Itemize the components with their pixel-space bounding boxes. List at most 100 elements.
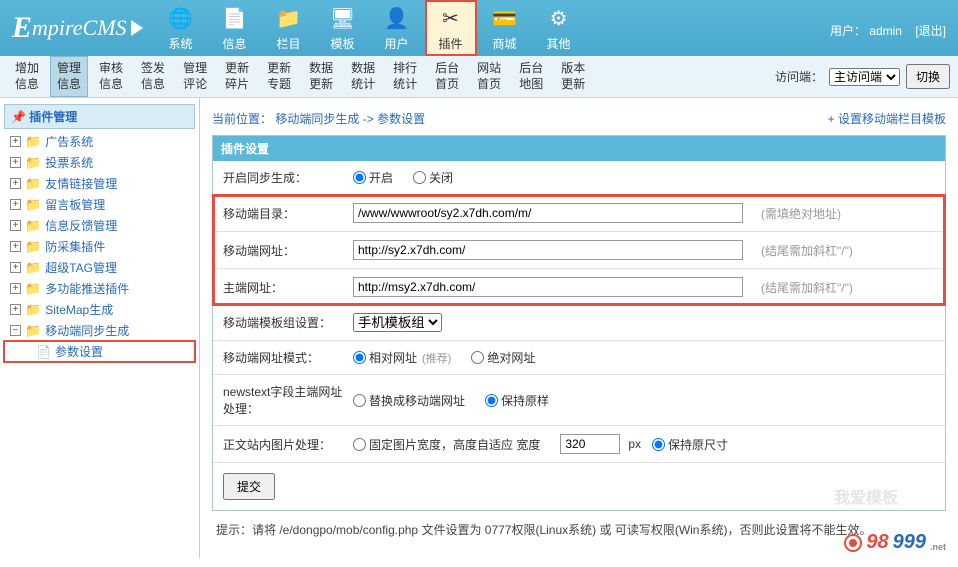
img-fixed[interactable]: 固定图片宽度，高度自适应 宽度 (353, 436, 540, 453)
subnav-item[interactable]: 管理信息 (50, 56, 88, 97)
top-nav: 🌐系统📄信息📁栏目🖥模板👤用户✂插件💳商城⚙其他 (155, 0, 585, 56)
folder-icon: 📁 (25, 197, 41, 213)
row-url: 移动端网址： (结尾需加斜杠"/") (213, 232, 945, 269)
subnav-item[interactable]: 增加信息 (8, 56, 46, 97)
tree-toggle-icon[interactable]: + (10, 283, 21, 294)
subnav-item[interactable]: 更新碎片 (218, 56, 256, 97)
subnav-item[interactable]: 排行统计 (386, 56, 424, 97)
tree-child-item[interactable]: 📄参数设置 (4, 341, 195, 362)
folder-icon: 📁 (25, 239, 41, 255)
header-user: 用户： admin [退出] (830, 22, 946, 39)
nav-icon: 🖥 (329, 5, 357, 33)
row-template: 移动端模板组设置： 手机模板组 (213, 305, 945, 341)
tree-item[interactable]: −📁移动端同步生成 (4, 320, 195, 341)
nav-icon: ⚙ (545, 5, 573, 33)
enable-off[interactable]: 关闭 (413, 169, 453, 186)
tree-toggle-icon[interactable]: + (10, 157, 21, 168)
newstext-replace[interactable]: 替换成移动端网址 (353, 392, 465, 409)
tree-item[interactable]: +📁投票系统 (4, 152, 195, 173)
folder-icon: 📁 (25, 176, 41, 192)
tree-toggle-icon[interactable]: + (10, 199, 21, 210)
url-mode-relative[interactable]: 相对网址(推荐) (353, 349, 451, 366)
highlighted-fields: 移动端目录： (需填绝对地址) 移动端网址： (结尾需加斜杠"/") 主端网址： (213, 195, 945, 305)
template-select[interactable]: 手机模板组 (353, 313, 442, 332)
row-newstext: newstext字段主端网址处理： 替换成移动端网址 保持原样 (213, 375, 945, 426)
tree-toggle-icon[interactable]: + (10, 241, 21, 252)
top-nav-信息[interactable]: 📄信息 (209, 0, 261, 56)
row-enable: 开启同步生成： 开启 关闭 (213, 161, 945, 195)
nav-icon: 👤 (383, 5, 411, 33)
subnav-item[interactable]: 更新专题 (260, 56, 298, 97)
subnav-item[interactable]: 签发信息 (134, 56, 172, 97)
breadcrumb-link[interactable]: 移动端同步生成 (275, 112, 359, 126)
row-submit: 提交 (213, 463, 945, 510)
folder-icon: 📁 (25, 323, 41, 339)
tree-item[interactable]: +📁广告系统 (4, 131, 195, 152)
top-nav-插件[interactable]: ✂插件 (425, 0, 477, 56)
nav-icon: 📁 (275, 5, 303, 33)
logo: EmpireCMS (0, 11, 155, 45)
img-keep[interactable]: 保持原尺寸 (652, 436, 728, 453)
tree-toggle-icon[interactable]: + (10, 178, 21, 189)
tree-toggle-icon[interactable]: + (10, 304, 21, 315)
top-nav-商城[interactable]: 💳商城 (479, 0, 531, 56)
arrow-icon (131, 20, 143, 36)
nav-icon: 💳 (491, 5, 519, 33)
subnav-item[interactable]: 数据更新 (302, 56, 340, 97)
folder-icon: 📁 (25, 302, 41, 318)
main-url-input[interactable] (353, 277, 743, 297)
logout-link[interactable]: [退出] (915, 24, 946, 38)
switch-button[interactable]: 切换 (906, 64, 950, 89)
enable-on[interactable]: 开启 (353, 169, 393, 186)
tip-text: 提示：请将 /e/dongpo/mob/config.php 文件设置为 077… (212, 511, 946, 548)
set-template-link[interactable]: + 设置移动端栏目模板 (828, 110, 946, 127)
dir-input[interactable] (353, 203, 743, 223)
top-nav-用户[interactable]: 👤用户 (371, 0, 423, 56)
tree-item[interactable]: +📁SiteMap生成 (4, 299, 195, 320)
subnav-item[interactable]: 后台首页 (428, 56, 466, 97)
nav-icon: ✂ (437, 5, 465, 33)
subnav-item[interactable]: 版本更新 (554, 56, 592, 97)
tree-toggle-icon[interactable]: + (10, 262, 21, 273)
url-input[interactable] (353, 240, 743, 260)
footer-icon (844, 534, 862, 552)
subnav-item[interactable]: 管理评论 (176, 56, 214, 97)
url-mode-absolute[interactable]: 绝对网址 (471, 349, 535, 366)
tree-toggle-icon[interactable]: + (10, 220, 21, 231)
top-nav-模板[interactable]: 🖥模板 (317, 0, 369, 56)
tree-item[interactable]: +📁友情链接管理 (4, 173, 195, 194)
tree-item[interactable]: +📁留言板管理 (4, 194, 195, 215)
top-header: EmpireCMS 🌐系统📄信息📁栏目🖥模板👤用户✂插件💳商城⚙其他 用户： a… (0, 0, 958, 56)
img-width-input[interactable] (560, 434, 620, 454)
tree-item[interactable]: +📁防采集插件 (4, 236, 195, 257)
subnav-item[interactable]: 审核信息 (92, 56, 130, 97)
row-url-mode: 移动端网址模式： 相对网址(推荐) 绝对网址 (213, 341, 945, 375)
top-nav-系统[interactable]: 🌐系统 (155, 0, 207, 56)
subnav-item[interactable]: 网站首页 (470, 56, 508, 97)
folder-icon: 📁 (25, 218, 41, 234)
tree-toggle-icon[interactable]: + (10, 136, 21, 147)
footer-logo: 98999 .net (844, 531, 946, 554)
subnav-item[interactable]: 后台地图 (512, 56, 550, 97)
tree-toggle-icon[interactable]: − (10, 325, 21, 336)
nav-icon: 🌐 (167, 5, 195, 33)
top-nav-其他[interactable]: ⚙其他 (533, 0, 585, 56)
tree-item[interactable]: +📁超级TAG管理 (4, 257, 195, 278)
sub-nav: 增加信息管理信息审核信息签发信息管理评论更新碎片更新专题数据更新数据统计排行统计… (0, 56, 958, 98)
row-img: 正文站内图片处理： 固定图片宽度，高度自适应 宽度 px 保持原尺寸 (213, 426, 945, 463)
nav-icon: 📄 (221, 5, 249, 33)
sidebar: 📌 插件管理 +📁广告系统+📁投票系统+📁友情链接管理+📁留言板管理+📁信息反馈… (0, 98, 200, 558)
tree-item[interactable]: +📁信息反馈管理 (4, 215, 195, 236)
submit-button[interactable]: 提交 (223, 473, 275, 500)
sidebar-title: 📌 插件管理 (4, 104, 195, 129)
folder-icon: 📁 (25, 260, 41, 276)
newstext-keep[interactable]: 保持原样 (485, 392, 549, 409)
breadcrumb: 当前位置： 移动端同步生成 -> 参数设置 + 设置移动端栏目模板 (212, 106, 946, 135)
visit-select[interactable]: 主访问端 (829, 68, 900, 86)
subnav-item[interactable]: 数据统计 (344, 56, 382, 97)
folder-icon: 📁 (25, 155, 41, 171)
tree-item[interactable]: +📁多功能推送插件 (4, 278, 195, 299)
top-nav-栏目[interactable]: 📁栏目 (263, 0, 315, 56)
file-icon: 📄 (36, 345, 51, 359)
visit-switcher: 访问端： 主访问端 切换 (775, 64, 950, 89)
